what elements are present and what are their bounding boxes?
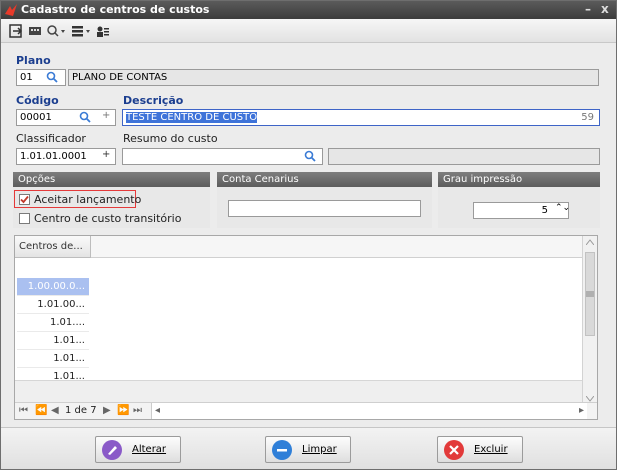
page-indicator: 1 de 7 (65, 405, 97, 416)
classificador-plus-button[interactable]: + (102, 149, 110, 160)
close-button[interactable]: x (601, 2, 609, 16)
descricao-value: TESTE CENTRO DE CUSTO (126, 112, 258, 123)
grau-header: Grau impressão (438, 172, 600, 187)
resumo-extra-field (328, 148, 600, 165)
codigo-field[interactable]: 00001 (16, 109, 116, 126)
codigo-label: Código (16, 94, 59, 107)
plano-name-field: PLANO DE CONTAS (68, 69, 599, 86)
plano-label: Plano (16, 54, 51, 67)
descricao-field[interactable]: TESTE CENTRO DE CUSTO 59 (122, 109, 600, 126)
plano-code: 01 (20, 72, 33, 83)
users-icon[interactable] (96, 23, 110, 39)
grau-value: 5 (541, 205, 548, 216)
table-row[interactable]: 1.01.00... (17, 296, 89, 314)
table-row[interactable]: 1.01... (17, 332, 89, 350)
alterar-label: Alterar (132, 444, 167, 455)
aceitar-checkbox[interactable] (19, 194, 30, 205)
main-window: Cadastro de centros de custos – x Plano (0, 0, 617, 470)
plano-name: PLANO DE CONTAS (72, 72, 168, 83)
grid-horizontal-scrollbar[interactable]: ◂ ▸ (151, 403, 587, 419)
table-row[interactable]: 1.00.00.0... (17, 278, 89, 296)
grid-vertical-scrollbar[interactable] (582, 236, 597, 406)
grau-group: Grau impressão (438, 172, 600, 228)
centros-grid: Centros de... 1.00.00.0... 1.01.00... 1.… (14, 235, 598, 420)
prev-page-group-button[interactable]: ⏪ (35, 403, 47, 419)
excluir-button[interactable]: Excluir (437, 436, 523, 463)
scroll-right-icon[interactable]: ▸ (579, 403, 584, 419)
prev-button[interactable]: ◀ (51, 403, 59, 419)
table-row[interactable]: 1.01.... (17, 314, 89, 332)
limpar-label: Limpar (302, 444, 337, 455)
checkmark-icon (20, 195, 29, 204)
opcoes-header: Opções (13, 172, 210, 187)
descricao-char-count: 59 (581, 112, 594, 123)
codigo-value: 00001 (20, 112, 52, 123)
title-bar: Cadastro de centros de custos – x (1, 1, 616, 19)
classificador-field[interactable]: 1.01.01.0001 (16, 148, 116, 165)
delete-icon (444, 440, 464, 460)
minus-icon (272, 440, 292, 460)
grid-header-empty (91, 236, 583, 258)
export-icon[interactable] (9, 23, 23, 39)
transitorio-label: Centro de custo transitório (34, 212, 182, 225)
edit-icon (102, 440, 122, 460)
keyboard-icon[interactable] (28, 23, 42, 39)
scroll-left-icon[interactable]: ◂ (155, 403, 160, 419)
plano-search-icon[interactable] (46, 71, 59, 84)
grid-footer (15, 380, 583, 402)
grid-header-centros[interactable]: Centros de... (15, 236, 91, 258)
action-bar: Alterar Limpar Excluir (1, 427, 616, 469)
conta-cenarius-field[interactable] (228, 200, 421, 217)
first-page-button[interactable]: ⏮ (19, 403, 28, 419)
toolbar (1, 19, 616, 43)
excluir-label: Excluir (474, 444, 508, 455)
alterar-button[interactable]: Alterar (95, 436, 181, 463)
app-logo-icon (5, 4, 17, 16)
aceitar-label: Aceitar lançamento (34, 193, 142, 206)
grau-spin-arrows-icon[interactable]: ⌃⌄ (555, 203, 570, 213)
classificador-value: 1.01.01.0001 (20, 151, 87, 162)
codigo-plus-button[interactable]: + (102, 110, 110, 121)
table-row[interactable]: 1.01... (17, 350, 89, 368)
search-dropdown-icon[interactable] (46, 23, 66, 39)
resumo-label: Resumo do custo (123, 132, 218, 145)
next-button[interactable]: ▶ (103, 403, 111, 419)
resumo-search-icon[interactable] (304, 150, 317, 163)
list-dropdown-icon[interactable] (71, 23, 91, 39)
limpar-button[interactable]: Limpar (265, 436, 351, 463)
minimize-button[interactable]: – (585, 2, 591, 16)
next-page-group-button[interactable]: ⏩ (117, 403, 129, 419)
last-page-button[interactable]: ⏭ (133, 403, 142, 419)
window-title: Cadastro de centros de custos (21, 3, 210, 16)
codigo-search-icon[interactable] (79, 111, 92, 124)
resumo-field[interactable] (122, 148, 323, 165)
grid-pager: ⏮ ⏪ ◀ 1 de 7 ▶ ⏩ ⏭ ◂ ▸ (15, 402, 597, 419)
classificador-label: Classificador (16, 132, 86, 145)
transitorio-checkbox[interactable] (19, 213, 30, 224)
grip-icon (586, 291, 594, 297)
conta-cenarius-header: Conta Cenarius (217, 172, 432, 187)
scroll-up-icon[interactable] (586, 239, 594, 245)
descricao-label: Descrição (123, 94, 184, 107)
